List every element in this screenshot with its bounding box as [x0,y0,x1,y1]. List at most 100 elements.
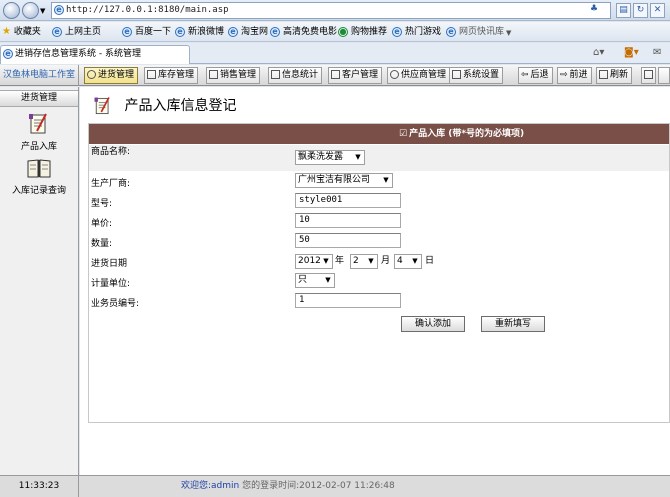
form-row-date: 进货日期 2012 ▼ 年 2 ▼ 月 4 ▼ 日 [89,252,669,270]
unit-select[interactable]: 只 ▼ [295,273,335,288]
form-header: ☑ 产品入库 (带*号的为必填项) [89,124,669,144]
mail-icon[interactable]: ✉ [653,47,661,58]
day-unit-label: 日 [425,256,435,266]
url-field[interactable]: e http://127.0.0.1:8180/main.asp [51,2,611,19]
page-title: 产品入库信息登记 [124,98,237,114]
arrow-left-icon: ⇦ [521,70,529,80]
notepad-icon [29,113,47,134]
date-day-select[interactable]: 4 ▼ [394,254,422,269]
browser-tab[interactable]: e 进销存信息管理系统 - 系统管理 [0,45,190,64]
favorite-link-home[interactable]: e 上网主页 [52,25,101,39]
month-unit-label: 月 [381,256,391,266]
menu-purchase[interactable]: 进货管理 [84,67,139,84]
welcome-user: 欢迎您:admin [181,481,240,491]
page-icon: e [54,5,64,15]
forward-icon[interactable] [22,2,39,19]
chevron-down-icon: ▼ [383,176,389,184]
stock-in-form: ☑ 产品入库 (带*号的为必填项) 商品名称: 飘柔洗发露 ▼ 生产厂商: 广州宝… [88,123,670,423]
price-label: 单价: [91,219,113,229]
favorite-link-taobao[interactable]: e 淘宝网 [228,25,268,39]
date-month-select[interactable]: 2 ▼ [350,254,378,269]
ie-icon: e [228,27,238,37]
form-row-unit: 计量单位: 只 ▼ [89,272,669,290]
quantity-label: 数量: [91,239,113,249]
book-icon [27,159,51,178]
year-unit-label: 年 [335,256,345,266]
notepad-icon [94,97,110,115]
refresh-icon[interactable]: ↻ [633,3,648,18]
form-row-quantity: 数量: 50 [89,232,669,250]
ie-icon: e [122,27,132,37]
form-row-staff: 业务员编号: 1 [89,292,669,310]
compat-view-icon[interactable]: ▤ [616,3,631,18]
favorite-link-shopping[interactable]: ● 购物推荐 [338,25,387,39]
back-icon[interactable] [3,2,20,19]
stop-icon[interactable]: ✕ [650,3,665,18]
browser-tab-bar: e 进销存信息管理系统 - 系统管理 ⌂▾ ◙▾ ✉ [0,43,670,64]
price-input[interactable]: 10 [295,213,401,228]
refresh-icon [599,70,608,79]
ie-icon: e [175,27,185,37]
submit-button[interactable]: 确认添加 [401,316,465,332]
edit-icon[interactable] [641,67,656,84]
sidebar: 进货管理 产品入库 入库记录查询 [0,87,79,475]
model-label: 型号: [91,199,113,209]
app-menu-bar: 汉鱼林电脑工作室 进货管理 库存管理 销售管理 信息统计 客户管理 供应商管理 … [0,65,670,86]
checkbox-icon: ☑ [399,129,408,139]
menu-customers[interactable]: 客户管理 [328,67,383,84]
manufacturer-select[interactable]: 广州宝洁有限公司 ▼ [295,173,393,188]
favorites-button[interactable]: ★ 收藏夹 [2,25,41,39]
menu-sales[interactable]: 销售管理 [206,67,261,84]
clock: 11:33:23 [0,476,79,497]
status-bar: 11:33:23 欢迎您:admin 您的登录时间:2012-02-07 11:… [0,475,670,497]
favorite-link-webslice[interactable]: e 网页快讯库 ▼ [446,25,511,39]
welcome-text: 欢迎您:admin 您的登录时间:2012-02-07 11:26:48 [181,476,395,497]
sidebar-item-product-stock-in[interactable]: 产品入库 [0,111,78,152]
arrow-right-icon: ⇨ [560,70,568,80]
home-icon[interactable]: ⌂▾ [593,47,604,58]
staff-label: 业务员编号: [91,299,140,309]
forward-button[interactable]: ⇨ 前进 [557,67,592,84]
ie-icon: e [270,27,280,37]
refresh-button[interactable]: 刷新 [596,67,633,84]
form-row-manufacturer: 生产厂商: 广州宝洁有限公司 ▼ [89,172,669,190]
sales-icon [209,70,218,79]
manufacturer-label: 生产厂商: [91,179,131,189]
url-text: http://127.0.0.1:8180/main.asp [66,5,229,15]
favorite-link-movies[interactable]: e 高清免费电影 [270,25,337,39]
edit-icon-shape [644,70,653,79]
favorite-site-icon[interactable]: ♣ [590,4,598,14]
inventory-icon [147,70,156,79]
history-dropdown-icon[interactable]: ▼ [40,7,45,15]
menu-settings[interactable]: 系统设置 [449,67,504,84]
menu-statistics[interactable]: 信息统计 [268,67,323,84]
favorite-link-games[interactable]: e 热门游戏 [392,25,441,39]
quantity-input[interactable]: 50 [295,233,401,248]
sidebar-item-stock-in-records[interactable]: 入库记录查询 [0,155,78,196]
chevron-down-icon: ▼ [506,28,512,37]
model-input[interactable]: style001 [295,193,401,208]
close-icon[interactable] [658,67,670,84]
app-brand: 汉鱼林电脑工作室 [0,65,79,86]
gear-icon [87,70,96,79]
product-name-select[interactable]: 飘柔洗发露 ▼ [295,150,365,165]
menu-suppliers[interactable]: 供应商管理 [387,67,451,84]
customer-icon [331,70,340,79]
settings-icon [452,70,461,79]
favorites-bar: ★ 收藏夹 e 上网主页 e 百度一下 e 新浪微博 e 淘宝网 e 高清免费电影 ● 购物… [0,22,670,42]
rss-icon[interactable]: ◙▾ [624,47,639,58]
sidebar-title: 进货管理 [0,90,78,107]
favorite-link-baidu[interactable]: e 百度一下 [122,25,171,39]
favorite-link-weibo[interactable]: e 新浪微博 [175,25,224,39]
menu-inventory[interactable]: 库存管理 [144,67,199,84]
chevron-down-icon: ▼ [412,257,418,265]
reset-button[interactable]: 重新填写 [481,316,545,332]
form-row-price: 单价: 10 [89,212,669,230]
form-row-product: 商品名称: 飘柔洗发露 ▼ [89,145,669,171]
product-name-label: 商品名称: [91,147,131,157]
date-year-select[interactable]: 2012 ▼ [295,254,333,269]
staff-input[interactable]: 1 [295,293,401,308]
browser-address-bar: ▼ e http://127.0.0.1:8180/main.asp ♣ ▤ ↻… [0,0,670,21]
page-title-area: 产品入库信息登记 [92,93,236,119]
back-button[interactable]: ⇦ 后退 [518,67,553,84]
